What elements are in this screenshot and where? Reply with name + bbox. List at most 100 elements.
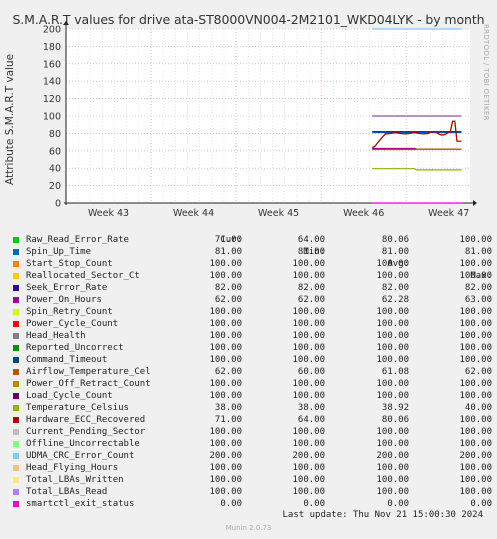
- legend-row: smartctl_exit_status 0.00 0.00 0.00 0.00: [12, 498, 492, 510]
- legend-swatch: [13, 441, 19, 447]
- legend-value-min: 64.00: [297, 415, 325, 425]
- legend-value-avg: 38.92: [381, 403, 409, 413]
- legend-value-avg: 80.06: [381, 235, 409, 245]
- legend-swatch: [13, 393, 19, 399]
- legend-series-name: UDMA_CRC_Error_Count: [26, 451, 135, 461]
- legend-swatch: [13, 345, 19, 351]
- y-tick-label: 140: [43, 77, 61, 88]
- legend-value-cur: 100.00: [209, 355, 242, 365]
- legend-swatch: [13, 477, 19, 483]
- legend-series-name: Head_Flying_Hours: [26, 463, 119, 473]
- x-tick-label: Week 46: [343, 208, 384, 219]
- legend-value-min: 100.00: [292, 463, 325, 473]
- legend-value-min: 81.00: [297, 247, 325, 257]
- legend-value-avg: 80.06: [381, 415, 409, 425]
- legend-value-min: 100.00: [292, 331, 325, 341]
- legend-series-name: Current_Pending_Sector: [26, 427, 146, 437]
- legend-value-cur: 100.00: [209, 307, 242, 317]
- legend-row: Offline_Uncorrectable 100.00 100.00 100.00 1…: [12, 438, 492, 450]
- legend-value-min: 200.00: [292, 451, 325, 461]
- legend-value-cur: 100.00: [209, 463, 242, 473]
- legend-value-min: 100.00: [292, 391, 325, 401]
- legend-value-max: 200.00: [459, 451, 492, 461]
- legend-value-min: 100.00: [292, 379, 325, 389]
- legend-value-min: 0.00: [303, 499, 325, 509]
- legend-series-name: Total_LBAs_Read: [26, 487, 108, 497]
- legend-value-cur: 100.00: [209, 343, 242, 353]
- legend-value-min: 60.00: [297, 367, 325, 377]
- legend-value-max: 100.00: [459, 427, 492, 437]
- legend-value-max: 100.00: [459, 235, 492, 245]
- legend-value-min: 100.00: [292, 343, 325, 353]
- x-tick-label: Week 44: [173, 208, 214, 219]
- legend-series-name: Power_Cycle_Count: [26, 319, 119, 329]
- legend-value-avg: 61.08: [381, 367, 409, 377]
- legend-value-cur: 100.00: [209, 487, 242, 497]
- legend-series-name: Temperature_Celsius: [26, 403, 129, 413]
- legend-value-max: 100.00: [459, 487, 492, 497]
- legend-row: Reallocated_Sector_Ct 100.00 100.00 100.00 1…: [12, 270, 492, 282]
- legend-value-cur: 62.00: [214, 367, 242, 377]
- legend-swatch: [13, 381, 19, 387]
- legend-swatch: [13, 369, 19, 375]
- legend-value-max: 100.00: [459, 343, 492, 353]
- legend-series-name: Spin_Retry_Count: [26, 307, 113, 317]
- legend-series-name: Offline_Uncorrectable: [26, 439, 140, 449]
- legend-value-cur: 100.00: [209, 427, 242, 437]
- legend-swatch: [13, 285, 19, 291]
- legend-value-min: 100.00: [292, 475, 325, 485]
- legend-series-name: Reallocated_Sector_Ct: [26, 271, 140, 281]
- legend-value-avg: 100.00: [376, 307, 409, 317]
- legend-row: Temperature_Celsius 38.00 38.00 38.92 40.00: [12, 402, 492, 414]
- legend-value-min: 100.00: [292, 319, 325, 329]
- legend-value-avg: 82.00: [381, 283, 409, 293]
- legend-swatch: [13, 429, 19, 435]
- legend-row: Spin_Retry_Count 100.00 100.00 100.00 100.00: [12, 306, 492, 318]
- legend-swatch: [13, 237, 19, 243]
- legend-swatch: [13, 357, 19, 363]
- legend-value-min: 100.00: [292, 427, 325, 437]
- legend-value-min: 38.00: [297, 403, 325, 413]
- legend-row: Current_Pending_Sector 100.00 100.00 100.00…: [12, 426, 492, 438]
- y-tick-label: 20: [49, 181, 61, 192]
- legend-value-max: 40.00: [464, 403, 492, 413]
- legend-value-cur: 38.00: [214, 403, 242, 413]
- munin-version: Munin 2.0.73: [225, 524, 272, 532]
- legend-value-max: 100.00: [459, 355, 492, 365]
- y-tick-label: 100: [43, 112, 61, 123]
- legend-row: Start_Stop_Count 100.00 100.00 100.00 100.00: [12, 258, 492, 270]
- y-axis-arrow: [63, 21, 69, 25]
- legend-row: Power_Off_Retract_Count 100.00 100.00 100.0…: [12, 378, 492, 390]
- legend-value-max: 100.00: [459, 331, 492, 341]
- legend-value-min: 100.00: [292, 271, 325, 281]
- legend-series-name: Command_Timeout: [26, 355, 108, 365]
- y-tick-label: 60: [49, 146, 61, 157]
- legend-swatch: [13, 405, 19, 411]
- legend-value-max: 0.00: [470, 499, 492, 509]
- y-tick-label: 40: [49, 164, 61, 175]
- legend-row: Total_LBAs_Read 100.00 100.00 100.00 100.00: [12, 486, 492, 498]
- legend-swatch: [13, 453, 19, 459]
- legend-value-max: 81.00: [464, 247, 492, 257]
- legend-value-avg: 100.00: [376, 259, 409, 269]
- legend-value-cur: 71.00: [214, 235, 242, 245]
- legend-value-avg: 100.00: [376, 319, 409, 329]
- legend-value-max: 100.00: [459, 271, 492, 281]
- legend-value-avg: 200.00: [376, 451, 409, 461]
- legend-value-avg: 100.00: [376, 271, 409, 281]
- legend-value-cur: 100.00: [209, 391, 242, 401]
- legend-value-cur: 0.00: [220, 499, 242, 509]
- legend-swatch: [13, 465, 19, 471]
- legend-value-max: 100.00: [459, 391, 492, 401]
- legend-value-avg: 100.00: [376, 379, 409, 389]
- last-update: Last update: Thu Nov 21 15:00:30 2024: [282, 510, 483, 520]
- legend-value-avg: 100.00: [376, 391, 409, 401]
- legend-swatch: [13, 309, 19, 315]
- y-tick-label: 80: [49, 129, 61, 140]
- legend-value-max: 82.00: [464, 283, 492, 293]
- x-tick-label: Week 43: [88, 208, 129, 219]
- y-tick-label: 160: [43, 59, 61, 70]
- legend-value-max: 100.00: [459, 415, 492, 425]
- legend-swatch: [13, 273, 19, 279]
- legend-value-min: 82.00: [297, 283, 325, 293]
